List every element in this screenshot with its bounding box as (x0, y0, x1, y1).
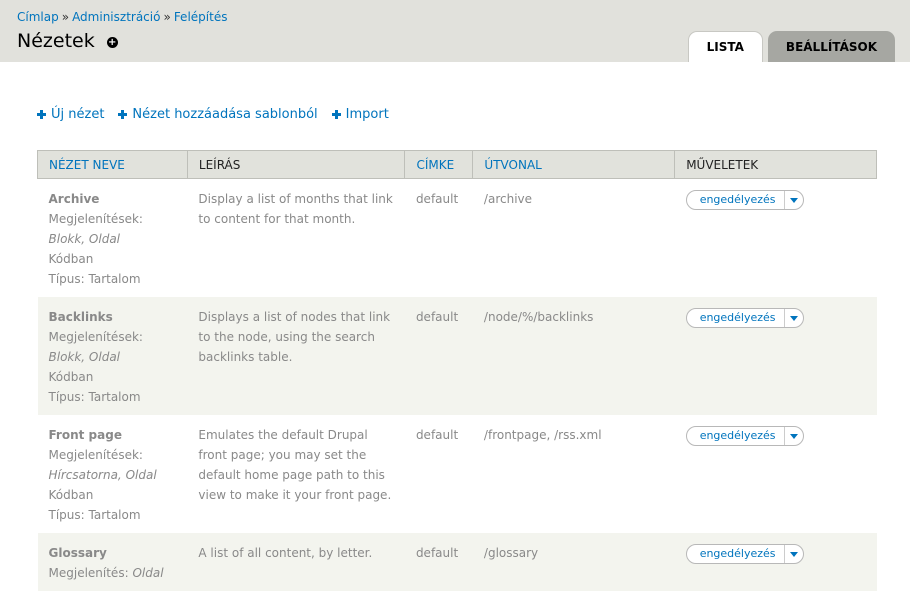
new-view-label: Új nézet (51, 107, 105, 122)
view-tag: default (404, 415, 473, 533)
view-storage: Kódban (48, 252, 94, 266)
operations-toggle[interactable] (783, 191, 803, 209)
view-operations: engedélyezés (674, 415, 877, 533)
table-row: Archive Megjelenítések: Blokk, Oldal Kód… (37, 178, 877, 297)
column-header-tag[interactable]: CÍMKE (404, 150, 474, 179)
operations-toggle[interactable] (783, 427, 803, 445)
triangle-down-icon (789, 551, 798, 557)
enable-button[interactable]: engedélyezés (687, 545, 784, 563)
view-storage: Kódban (48, 370, 94, 384)
view-type: Típus: Tartalom (48, 508, 141, 522)
breadcrumb-separator: » (163, 10, 171, 24)
view-name-cell: Archive Megjelenítések: Blokk, Oldal Kód… (37, 178, 188, 297)
new-view-link[interactable]: Új nézet (37, 107, 104, 122)
view-name-cell: Glossary Megjelenítés: Oldal (37, 533, 188, 591)
view-path: /glossary (472, 533, 675, 591)
view-displays: Megjelenítések: Hírcsatorna, Oldal (49, 445, 177, 485)
operations-toggle[interactable] (783, 545, 803, 563)
view-name: Glossary (48, 546, 107, 560)
view-type: Típus: Tartalom (48, 390, 141, 404)
table-header-row: NÉZET NEVE LEÍRÁS CÍMKE ÚTVONAL MŰVELETE… (37, 150, 877, 179)
view-description: Displays a list of nodes that link to th… (187, 297, 405, 415)
view-name: Backlinks (48, 310, 113, 324)
title-row: Nézetek + (17, 30, 118, 52)
enable-button[interactable]: engedélyezés (687, 191, 784, 209)
enable-button[interactable]: engedélyezés (687, 309, 784, 327)
view-operations: engedélyezés (674, 533, 877, 591)
column-header-operations: MŰVELETEK (674, 150, 877, 179)
plus-icon (331, 110, 341, 119)
view-description: A list of all content, by letter. (187, 533, 405, 591)
view-displays-label: Megjelenítések: (48, 212, 143, 226)
operations-dropbutton: engedélyezés (685, 426, 804, 446)
column-header-path[interactable]: ÚTVONAL (472, 150, 676, 179)
views-table: NÉZET NEVE LEÍRÁS CÍMKE ÚTVONAL MŰVELETE… (37, 150, 877, 591)
view-displays-label: Megjelenítések: (48, 330, 143, 344)
add-view-from-template-label: Nézet hozzáadása sablonból (132, 107, 318, 122)
operations-dropbutton: engedélyezés (685, 308, 804, 328)
view-tag: default (404, 297, 473, 415)
view-path: /archive (472, 178, 675, 297)
primary-tabs: LISTA BEÁLLÍTÁSOK (687, 31, 895, 62)
view-description: Emulates the default Drupal front page; … (187, 415, 405, 533)
tab-settings[interactable]: BEÁLLÍTÁSOK (767, 31, 895, 62)
table-row: Front page Megjelenítések: Hírcsatorna, … (37, 415, 877, 533)
column-header-description: LEÍRÁS (186, 150, 406, 179)
page-title: Nézetek (17, 30, 95, 52)
view-type: Típus: Tartalom (48, 272, 141, 286)
breadcrumb-administration[interactable]: Adminisztráció (72, 10, 160, 24)
view-displays-value: Blokk, Oldal (48, 232, 121, 246)
page-header: Címlap» Adminisztráció» Felépítés Nézetek … (0, 0, 910, 62)
column-header-name[interactable]: NÉZET NEVE (37, 150, 188, 179)
operations-toggle[interactable] (783, 309, 803, 327)
triangle-down-icon (789, 433, 798, 439)
operations-dropbutton: engedélyezés (685, 544, 804, 564)
action-links: Új nézet Nézet hozzáadása sablonból Impo… (37, 107, 389, 122)
breadcrumb: Címlap» Adminisztráció» Felépítés (17, 10, 227, 24)
view-name: Front page (48, 428, 122, 442)
view-description: Display a list of months that link to co… (187, 178, 405, 297)
view-tag: default (404, 533, 473, 591)
plus-icon (37, 110, 46, 119)
breadcrumb-home[interactable]: Címlap (17, 10, 59, 24)
enable-button[interactable]: engedélyezés (687, 427, 784, 445)
view-path: /node/%/backlinks (472, 297, 675, 415)
view-displays-value: Hírcsatorna, Oldal (48, 468, 157, 482)
view-displays: Megjelenítés: Oldal (49, 563, 177, 583)
view-storage: Kódban (48, 488, 94, 502)
triangle-down-icon (789, 315, 798, 321)
triangle-down-icon (789, 197, 798, 203)
view-name-cell: Front page Megjelenítések: Hírcsatorna, … (37, 415, 188, 533)
add-shortcut-icon[interactable]: + (106, 37, 118, 48)
operations-dropbutton: engedélyezés (685, 190, 804, 210)
import-label: Import (345, 107, 389, 122)
view-path: /frontpage, /rss.xml (472, 415, 675, 533)
breadcrumb-structure[interactable]: Felépítés (174, 10, 228, 24)
view-displays-value: Blokk, Oldal (48, 350, 121, 364)
view-operations: engedélyezés (674, 178, 877, 297)
view-displays: Megjelenítések: Blokk, Oldal (49, 209, 177, 249)
plus-icon (118, 110, 128, 119)
view-operations: engedélyezés (674, 297, 877, 415)
table-row: Glossary Megjelenítés: Oldal A list of a… (37, 533, 877, 591)
tab-list[interactable]: LISTA (687, 31, 763, 62)
view-displays-label: Megjelenítések: (48, 448, 143, 462)
view-tag: default (404, 178, 473, 297)
table-row: Backlinks Megjelenítések: Blokk, Oldal K… (37, 297, 877, 415)
breadcrumb-separator: » (61, 10, 70, 24)
add-view-from-template-link[interactable]: Nézet hozzáadása sablonból (118, 107, 318, 122)
view-name: Archive (48, 192, 100, 206)
view-name-cell: Backlinks Megjelenítések: Blokk, Oldal K… (37, 297, 188, 415)
view-displays: Megjelenítések: Blokk, Oldal (49, 327, 177, 367)
import-link[interactable]: Import (331, 107, 389, 122)
